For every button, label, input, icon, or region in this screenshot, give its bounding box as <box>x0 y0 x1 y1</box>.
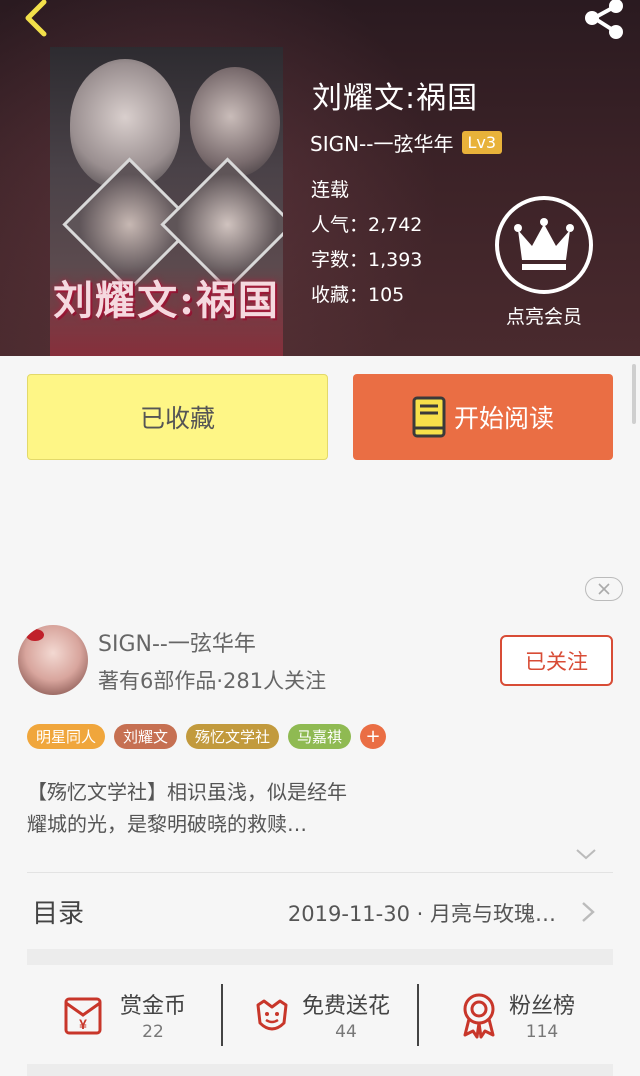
share-icon <box>585 0 623 39</box>
back-arrow-icon <box>25 0 47 37</box>
action-label: 免费送花 <box>301 993 390 1019</box>
book-title: 刘耀文:祸国 <box>312 81 479 116</box>
book-description: 【殇忆文学社】相识虽浅，似是经年 耀城的光，是黎明破晓的救赎… <box>27 776 607 840</box>
author-line[interactable]: SIGN--一弦华年 Lv3 <box>310 128 503 157</box>
book-icon <box>412 396 446 438</box>
action-count: 22 <box>142 1021 164 1042</box>
book-cover[interactable]: 刘耀文:祸国 <box>50 47 283 356</box>
author-card-meta: 著有6部作品·281人关注 <box>98 669 327 693</box>
tag-item[interactable]: 殇忆文学社 <box>186 724 280 749</box>
collected-button[interactable]: 已收藏 <box>27 374 328 460</box>
share-button[interactable] <box>580 0 630 44</box>
collected-label: 已收藏 <box>139 404 215 433</box>
tag-item[interactable]: 马嘉祺 <box>288 724 352 749</box>
popularity-stat: 人气：2,742 <box>311 214 423 236</box>
reward-coins-button[interactable]: ¥ 赏金币 22 <box>27 965 221 1064</box>
chevron-down-icon <box>576 849 596 860</box>
avatar-detail <box>26 629 44 641</box>
action-count: 44 <box>335 1021 357 1042</box>
flower-icon <box>256 999 288 1030</box>
add-tag-button[interactable]: + <box>360 724 387 749</box>
vip-button[interactable]: 点亮会员 <box>492 196 596 329</box>
cover-title-art: 刘耀文:祸国 <box>53 277 280 324</box>
cover-portrait <box>190 67 280 177</box>
back-button[interactable] <box>16 0 56 40</box>
chevron-right-icon <box>582 902 595 922</box>
section-separator <box>27 1064 613 1076</box>
award-ribbon-icon <box>463 993 495 1038</box>
tag-item[interactable]: 明星同人 <box>27 724 106 749</box>
latest-chapter: 2019-11-30 · 月亮与玫瑰… <box>287 902 556 926</box>
description-line: 【殇忆文学社】相识虽浅，似是经年 <box>27 780 347 804</box>
start-reading-button[interactable]: 开始阅读 <box>353 374 613 460</box>
reward-coins-text: 赏金币 22 <box>120 988 186 1042</box>
book-header: 刘耀文:祸国 刘耀文:祸国 SIGN--一弦华年 Lv3 连载 人气：2,742… <box>0 0 640 356</box>
author-card-name[interactable]: SIGN--一弦华年 <box>98 626 256 658</box>
level-badge: Lv3 <box>461 131 503 154</box>
close-ad-button[interactable] <box>585 577 623 601</box>
support-actions: ¥ 赏金币 22 免费送花 44 粉丝榜 114 <box>27 965 613 1064</box>
follow-button[interactable]: 已关注 <box>500 635 613 686</box>
author-avatar[interactable] <box>18 625 88 695</box>
close-icon <box>598 583 610 595</box>
send-flower-text: 免费送花 44 <box>302 988 390 1042</box>
action-label: 粉丝榜 <box>508 993 575 1019</box>
crown-icon <box>514 218 574 270</box>
description-line: 耀城的光，是黎明破晓的救赎… <box>27 812 307 836</box>
scrollbar[interactable] <box>632 364 636 424</box>
action-count: 114 <box>525 1021 559 1042</box>
section-separator <box>27 949 613 965</box>
expand-description-button[interactable] <box>574 845 598 863</box>
coin-envelope-icon: ¥ <box>64 997 102 1034</box>
tag-item[interactable]: 刘耀文 <box>114 724 178 749</box>
favorites-stat: 收藏：105 <box>311 284 405 306</box>
tag-list: 明星同人 刘耀文 殇忆文学社 马嘉祺 + <box>27 724 387 749</box>
send-flower-button[interactable]: 免费送花 44 <box>223 965 417 1064</box>
fan-ranking-button[interactable]: 粉丝榜 114 <box>419 965 613 1064</box>
svg-text:¥: ¥ <box>79 1016 87 1032</box>
author-name[interactable]: SIGN--一弦华年 <box>310 128 454 157</box>
action-label: 赏金币 <box>119 993 186 1019</box>
status-text: 连载 <box>311 179 350 201</box>
word-count-stat: 字数：1,393 <box>311 249 423 271</box>
follow-label: 已关注 <box>525 649 588 674</box>
start-reading-label: 开始阅读 <box>453 404 554 433</box>
toc-label: 目录 <box>32 899 85 929</box>
table-of-contents-row[interactable]: 目录 2019-11-30 · 月亮与玫瑰… <box>0 873 640 949</box>
fan-ranking-text: 粉丝榜 114 <box>509 988 575 1042</box>
vip-label: 点亮会员 <box>505 306 582 328</box>
vip-circle <box>495 196 593 294</box>
